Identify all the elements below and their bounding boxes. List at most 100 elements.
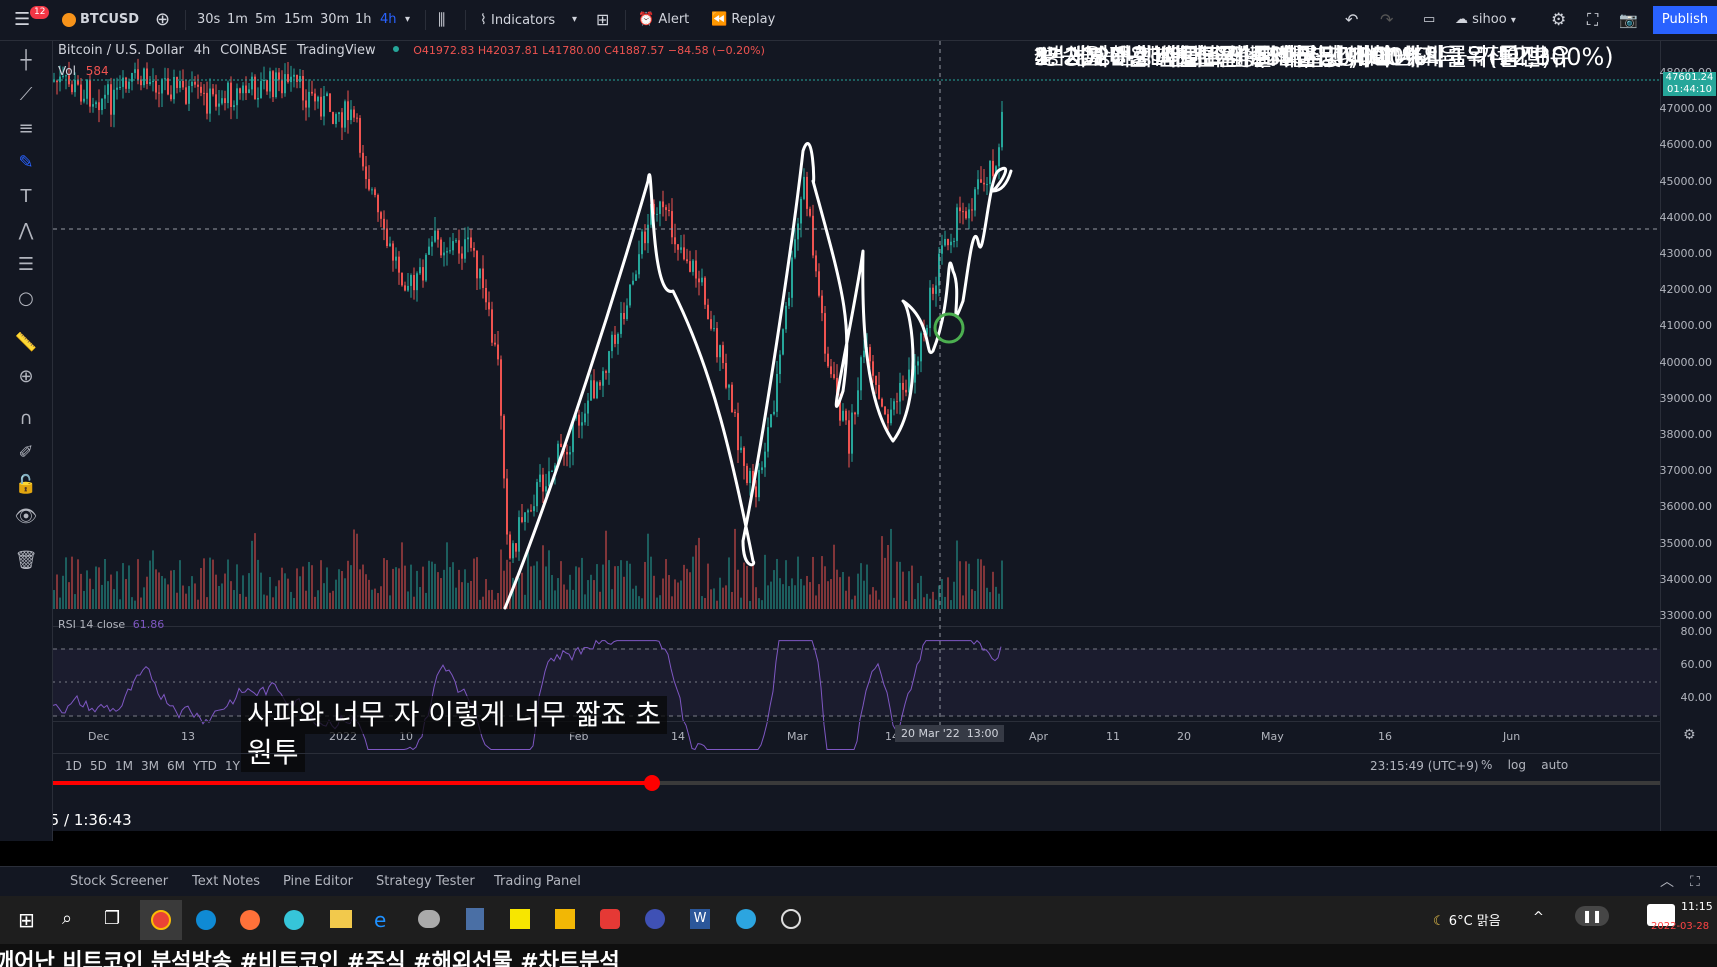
text-tool-icon[interactable]: T [14, 185, 38, 209]
symbol-search[interactable]: BTCUSD [62, 0, 139, 40]
publish-button[interactable]: Publish [1653, 6, 1717, 34]
price-axis[interactable]: 48000.0047000.0046000.0045000.0044000.00… [1481, 41, 1717, 831]
auto-scale[interactable]: auto [1541, 758, 1568, 772]
crosshair-icon[interactable]: ┼ [14, 49, 38, 73]
chart-pane[interactable]: Dec 13 2022 10 Feb 14 Mar 14 Apr 11 20 May 16 Jun Bit… [53, 41, 1660, 831]
replay-button[interactable]: ⏪ Replay [711, 0, 775, 40]
magnet-icon[interactable]: ∩ [14, 407, 38, 431]
candle-body [392, 243, 394, 261]
log-scale[interactable]: log [1508, 758, 1526, 772]
gear-icon[interactable]: ⚙ [1551, 0, 1566, 40]
candle-style-icon[interactable]: ⫼ [438, 0, 445, 40]
volume-bar [380, 586, 382, 609]
volume-bar [188, 586, 190, 609]
range-ytd[interactable]: YTD [193, 759, 217, 773]
tab-trading-panel[interactable]: Trading Panel [494, 867, 581, 897]
settings-icon[interactable]: ⚙ [1683, 727, 1696, 743]
maximize-icon[interactable]: ⛶ [1690, 867, 1700, 897]
candle-body [578, 414, 580, 426]
volume-bar [602, 564, 604, 609]
brush-icon[interactable]: ✎ [14, 151, 38, 175]
kakaotalk-icon[interactable] [510, 909, 530, 929]
video-progress-bar[interactable] [53, 775, 1660, 791]
volume-bar [86, 570, 88, 609]
compare-add-icon[interactable]: ⊕ [155, 0, 170, 40]
app-icon[interactable] [600, 909, 620, 929]
pencil-lock-icon[interactable]: ✐ [14, 441, 38, 465]
taskbar-chrome[interactable] [140, 900, 182, 940]
candle-body [536, 482, 538, 507]
tab-text-notes[interactable]: Text Notes [192, 867, 260, 897]
price-tick: 41000.00 [1659, 319, 1713, 333]
edge-icon[interactable] [196, 910, 216, 930]
interval-1h[interactable]: 1h [355, 0, 372, 40]
redo-icon[interactable]: ↷ [1380, 0, 1393, 40]
user-menu[interactable]: ☁ sihoo ▾ [1455, 0, 1516, 40]
obs-icon[interactable] [781, 909, 801, 929]
chevron-up-icon[interactable]: ︿ [1660, 867, 1674, 897]
app-icon[interactable] [418, 910, 440, 928]
interval-30s[interactable]: 30s [197, 0, 220, 40]
percent-scale[interactable]: % [1481, 758, 1492, 772]
undo-icon[interactable]: ↶ [1345, 0, 1358, 40]
candle-body [782, 329, 784, 355]
app-icon[interactable] [645, 909, 665, 929]
firefox-icon[interactable] [240, 910, 260, 930]
zoom-icon[interactable]: ⊕ [14, 365, 38, 389]
indicators-button[interactable]: ⌇ Indicators [480, 0, 555, 40]
pattern-icon[interactable]: ⋀ [14, 219, 38, 243]
windows-start-icon[interactable]: ⊞ [18, 908, 35, 932]
prediction-icon[interactable]: ☰ [14, 253, 38, 277]
range-3m[interactable]: 3M [141, 759, 159, 773]
interval-30m[interactable]: 30m [320, 0, 349, 40]
interval-5m[interactable]: 5m [255, 0, 276, 40]
layout-select-icon[interactable]: ▭ [1423, 0, 1435, 40]
candle-body [971, 209, 973, 211]
range-5d[interactable]: 5D [90, 759, 107, 773]
candle-body [539, 474, 541, 483]
chevron-down-icon[interactable]: ▾ [572, 0, 577, 40]
fib-icon[interactable]: ≡ [14, 117, 38, 141]
range-6m[interactable]: 6M [167, 759, 185, 773]
ie-icon[interactable]: e [374, 908, 386, 932]
app-icon[interactable] [284, 910, 304, 930]
price-tick: 33000.00 [1659, 609, 1713, 622]
interval-4h[interactable]: 4h [380, 0, 397, 40]
trash-icon[interactable]: 🗑 [14, 549, 38, 573]
tray-chevron-icon[interactable]: ^ [1533, 910, 1544, 925]
telegram-icon[interactable] [736, 909, 756, 929]
candle-body [155, 80, 157, 93]
pause-icon[interactable]: ❚❚ [1575, 906, 1609, 926]
eye-icon[interactable]: 👁 [14, 505, 38, 529]
candle-body [359, 118, 361, 153]
folder-icon[interactable] [330, 910, 352, 928]
range-1y[interactable]: 1Y [225, 759, 240, 773]
fullscreen-icon[interactable]: ⛶ [1587, 0, 1598, 40]
shapes-icon[interactable]: ○ [14, 287, 38, 311]
candle-body [710, 319, 712, 329]
range-1d[interactable]: 1D [65, 759, 82, 773]
tab-strategy-tester[interactable]: Strategy Tester [376, 867, 475, 897]
tab-pine-editor[interactable]: Pine Editor [283, 867, 353, 897]
tab-stock-screener[interactable]: Stock Screener [70, 867, 168, 897]
task-view-icon[interactable]: ❐ [104, 908, 120, 929]
lock-icon[interactable]: 🔓 [14, 473, 38, 497]
chevron-down-icon[interactable]: ▾ [405, 0, 410, 40]
calculator-icon[interactable] [466, 908, 484, 930]
interval-15m[interactable]: 15m [284, 0, 313, 40]
weather-widget[interactable]: ☾ 6°C 맑음 [1433, 910, 1501, 929]
volume-bar [680, 580, 682, 609]
alert-button[interactable]: ⏰ Alert [638, 0, 689, 40]
search-icon[interactable]: ⌕ [62, 908, 72, 929]
menu-icon[interactable]: ☰ [14, 0, 30, 40]
ruler-icon[interactable]: 📏 [14, 331, 38, 355]
word-icon[interactable]: W [690, 909, 710, 929]
camera-icon[interactable]: 📷 [1619, 0, 1638, 40]
interval-1m[interactable]: 1m [227, 0, 248, 40]
user-name: sihoo [1472, 12, 1507, 27]
volume-bar [815, 595, 817, 609]
layout-grid-icon[interactable]: ⊞ [596, 0, 609, 40]
sticky-notes-icon[interactable] [555, 909, 575, 929]
trend-line-icon[interactable]: ⟋ [14, 83, 38, 107]
range-1m[interactable]: 1M [115, 759, 133, 773]
